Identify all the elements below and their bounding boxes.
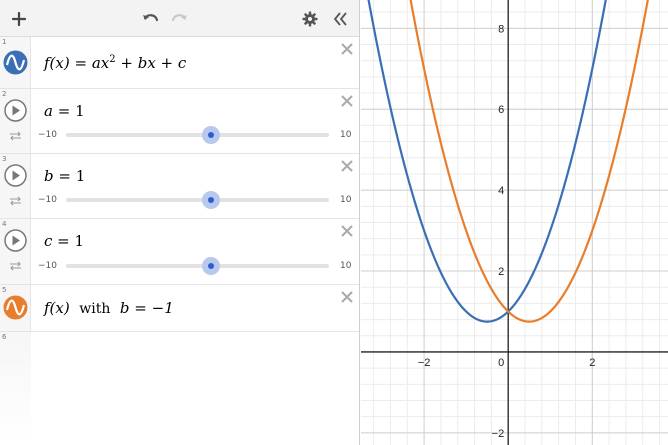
slider-handle-dot: [208, 132, 214, 138]
expression-index: 6: [2, 333, 7, 341]
graph-canvas[interactable]: −2 0 2 8 6 4 2 −2: [361, 0, 668, 445]
redo-icon: [171, 13, 187, 21]
graph-color-icon[interactable]: [3, 295, 28, 320]
delete-expression-icon[interactable]: [339, 223, 355, 239]
play-icon[interactable]: [4, 229, 27, 252]
expression-index: 3: [2, 155, 7, 163]
slider-max-label[interactable]: 10: [340, 130, 351, 140]
delete-expression-icon[interactable]: [339, 289, 355, 305]
x-tick-label: 0: [498, 357, 504, 369]
expression-index: 5: [2, 286, 7, 294]
x-tick-label: 2: [589, 357, 595, 369]
graph-color-icon[interactable]: [3, 50, 28, 75]
redo-button[interactable]: [168, 0, 192, 37]
curve-f-with-b-neg1: [409, 0, 649, 323]
slider-equation[interactable]: b = 1: [44, 167, 85, 185]
expression-gutter: 2: [0, 89, 31, 153]
slider-track[interactable]: [66, 133, 329, 137]
double-chevron-left-icon: [333, 11, 347, 26]
y-tick-label: 6: [498, 104, 504, 116]
expression-row-2[interactable]: 2 a = 1 −10 10: [0, 89, 359, 154]
expression-index: 4: [2, 220, 7, 228]
x-tick-label: −2: [418, 357, 431, 369]
function-lhs: f(x): [44, 54, 70, 72]
gear-icon: [302, 11, 318, 26]
loop-icon[interactable]: [9, 196, 22, 206]
slider-equation[interactable]: a = 1: [44, 102, 85, 120]
expression-index: 2: [2, 90, 7, 98]
expression-formula[interactable]: f(x) = ax2 + bx + c: [44, 54, 186, 72]
delete-expression-icon[interactable]: [339, 41, 355, 57]
expression-row-4[interactable]: 4 c = 1 −10 10: [0, 219, 359, 285]
y-tick-label: 4: [498, 185, 504, 197]
slider-track[interactable]: [66, 264, 329, 268]
curve-f: [367, 0, 607, 323]
expression-gutter: 1: [0, 37, 31, 88]
expression-list-panel: 1 f(x) = ax2 + bx + c 2 a = 1 −10 10 3 b…: [0, 0, 360, 445]
function-lhs: f(x): [44, 299, 70, 317]
graph-paper[interactable]: −2 0 2 8 6 4 2 −2: [361, 0, 668, 445]
play-icon[interactable]: [4, 99, 27, 122]
loop-icon[interactable]: [9, 131, 22, 141]
slider-min-label[interactable]: −10: [38, 195, 57, 205]
collapse-panel-button[interactable]: [328, 0, 352, 37]
slider-variable: b: [44, 167, 54, 185]
slider-min-label[interactable]: −10: [38, 261, 57, 271]
slider-min-label[interactable]: −10: [38, 130, 57, 140]
slider-equation[interactable]: c = 1: [44, 232, 84, 250]
play-icon[interactable]: [4, 164, 27, 187]
expression-row-1[interactable]: 1 f(x) = ax2 + bx + c: [0, 37, 359, 89]
formula-term: ax: [91, 54, 110, 72]
expression-formula[interactable]: f(x) with b = −1: [44, 299, 174, 317]
expression-index: 1: [2, 38, 7, 46]
loop-icon[interactable]: [9, 261, 22, 271]
y-tick-label: 8: [498, 23, 504, 35]
expression-gutter: 6: [0, 332, 31, 445]
slider-variable: c: [44, 232, 53, 250]
expression-row-5[interactable]: 5 f(x) with b = −1: [0, 285, 359, 332]
expression-gutter: 4: [0, 219, 31, 284]
slider-value: 1: [75, 167, 86, 185]
undo-icon: [143, 13, 159, 21]
expression-gutter: 5: [0, 285, 31, 331]
toolbar: [0, 0, 359, 37]
expression-row-3[interactable]: 3 b = 1 −10 10: [0, 154, 359, 219]
y-tick-label: 2: [498, 266, 504, 278]
slider-max-label[interactable]: 10: [340, 195, 351, 205]
substitution-condition: b = −1: [119, 299, 174, 317]
slider-value: 1: [75, 102, 85, 120]
formula-term: + bx + c: [115, 54, 187, 72]
slider-variable: a: [44, 102, 53, 120]
slider-handle-dot: [208, 263, 214, 269]
with-keyword: with: [79, 301, 111, 317]
y-tick-label: −2: [492, 428, 505, 440]
slider-value: 1: [74, 232, 85, 250]
undo-button[interactable]: [138, 0, 162, 37]
slider-max-label[interactable]: 10: [340, 261, 351, 271]
add-expression-button[interactable]: [6, 0, 32, 37]
delete-expression-icon[interactable]: [339, 93, 355, 109]
slider-handle-dot: [208, 197, 214, 203]
settings-button[interactable]: [299, 0, 321, 37]
delete-expression-icon[interactable]: [339, 158, 355, 174]
plus-icon: [11, 11, 27, 26]
slider-track[interactable]: [66, 198, 329, 202]
expression-gutter: 3: [0, 154, 31, 218]
expression-row-6[interactable]: 6: [0, 332, 359, 445]
